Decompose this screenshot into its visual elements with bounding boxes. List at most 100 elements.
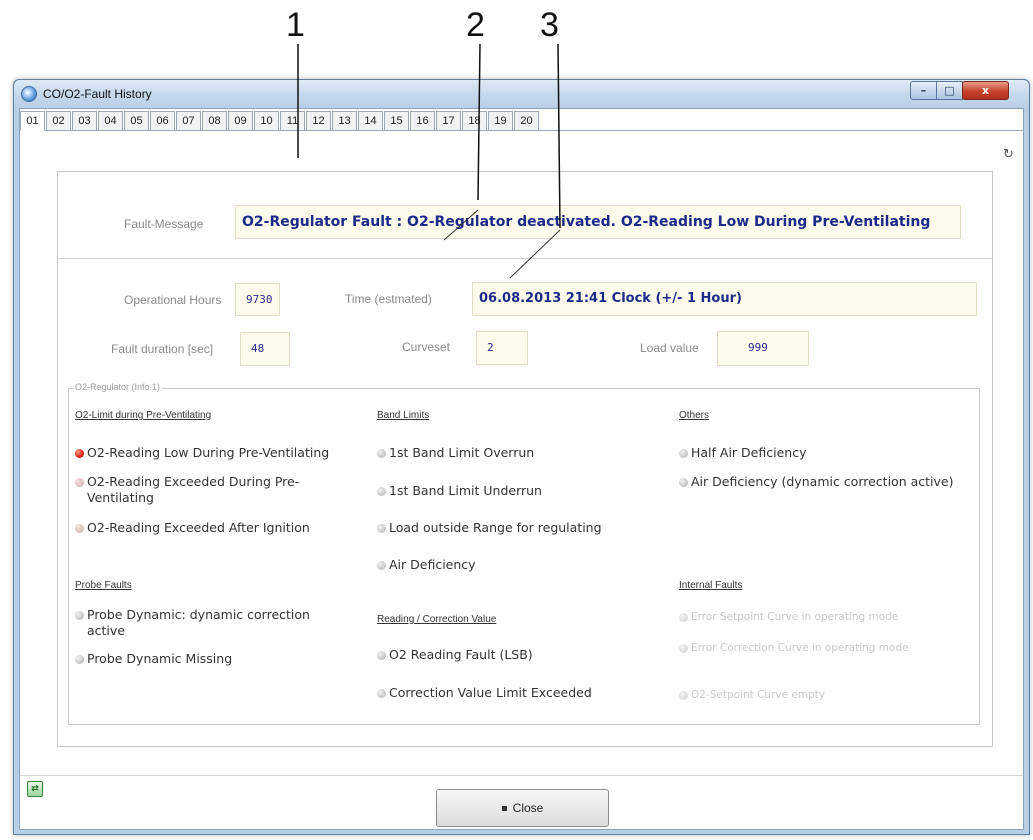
tab-17[interactable]: 17: [436, 111, 461, 131]
curveset-field: 2: [476, 331, 528, 365]
tab-12[interactable]: 12: [306, 111, 331, 131]
footer-separator: [20, 775, 1023, 776]
status-item: O2-Reading Exceeded During Pre-Ventilati…: [75, 474, 305, 506]
o2-regulator-group: O2-Regulator (Info 1) O2-Limit during Pr…: [68, 382, 980, 725]
status-led-icon: [377, 689, 386, 698]
others-heading: Others: [679, 410, 710, 421]
callout-2: 2: [466, 6, 485, 44]
tab-14[interactable]: 14: [358, 111, 383, 131]
status-item: Probe Dynamic Missing: [75, 651, 365, 667]
status-item-label: Error Setpoint Curve in operating mode: [691, 611, 899, 623]
status-led-icon: [679, 449, 688, 458]
status-led-icon: [679, 644, 688, 653]
status-led-icon: [377, 449, 386, 458]
bullet-icon: [501, 805, 507, 811]
time-label: Time (estmated): [345, 292, 432, 306]
tab-19[interactable]: 19: [488, 111, 513, 131]
status-item: Air Deficiency (dynamic correction activ…: [679, 474, 964, 490]
internal-faults-heading: Internal Faults: [679, 580, 743, 591]
status-item-label: Probe Dynamic Missing: [87, 651, 233, 666]
minimize-button[interactable]: –: [910, 81, 937, 100]
tab-01[interactable]: 01: [20, 111, 45, 131]
status-item: Air Deficiency: [377, 557, 667, 573]
curveset-label: Curveset: [402, 340, 451, 354]
status-item: 1st Band Limit Overrun: [377, 445, 667, 461]
status-item-label: Half Air Deficiency: [691, 445, 807, 460]
tab-16[interactable]: 16: [410, 111, 435, 131]
operational-hours-label: Operational Hours: [124, 293, 222, 307]
status-item-label: 1st Band Limit Underrun: [389, 483, 542, 498]
status-item-label: Air Deficiency (dynamic correction activ…: [691, 474, 954, 489]
close-button[interactable]: Close: [436, 789, 609, 827]
operational-hours-field: 9730: [235, 283, 280, 316]
load-value-field: 999: [717, 331, 809, 366]
tab-15[interactable]: 15: [384, 111, 409, 131]
status-led-icon: [377, 487, 386, 496]
callout-1: 1: [286, 6, 305, 44]
tab-05[interactable]: 05: [124, 111, 149, 131]
status-led-icon: [75, 478, 84, 487]
status-led-icon: [377, 651, 386, 660]
status-item: Probe Dynamic: dynamic correction active: [75, 607, 345, 639]
tab-09[interactable]: 09: [228, 111, 253, 131]
status-item: O2-Setpoint Curve empty: [679, 689, 969, 702]
fault-tab-strip: 01 02 03 04 05 06 07 08 09 10 11 12 13 14 15 16 17 18 19 20: [20, 111, 540, 131]
status-led-icon: [75, 611, 84, 620]
status-item: Correction Value Limit Exceeded: [377, 685, 677, 701]
status-led-icon: [75, 655, 84, 664]
tab-06[interactable]: 06: [150, 111, 175, 131]
group-title: O2-Regulator (Info 1): [73, 382, 163, 392]
time-field: 06.08.2013 21:41 Clock (+/- 1 Hour): [472, 282, 977, 316]
status-item: Half Air Deficiency: [679, 445, 969, 461]
status-item-label: 1st Band Limit Overrun: [389, 445, 535, 460]
probe-faults-heading: Probe Faults: [75, 580, 132, 591]
status-item-label: Load outside Range for regulating: [389, 520, 602, 535]
status-led-icon: [679, 613, 688, 622]
title-bar[interactable]: CO/O2-Fault History – □ x: [14, 80, 1029, 108]
fault-message-separator: [58, 258, 992, 259]
status-item-label: Error Correction Curve in operating mode: [691, 642, 909, 654]
fault-history-window: CO/O2-Fault History – □ x 01 02 03 04 05 06 07…: [13, 79, 1030, 835]
tab-07[interactable]: 07: [176, 111, 201, 131]
status-led-active-icon: [75, 449, 84, 458]
tab-03[interactable]: 03: [72, 111, 97, 131]
load-value-label: Load value: [640, 341, 699, 355]
tab-08[interactable]: 08: [202, 111, 227, 131]
export-icon[interactable]: ⇄: [27, 781, 43, 797]
status-item-label: Probe Dynamic: dynamic correction active: [87, 607, 310, 638]
status-item-label: Correction Value Limit Exceeded: [389, 685, 592, 700]
tab-18[interactable]: 18: [462, 111, 487, 131]
status-item: 1st Band Limit Underrun: [377, 483, 667, 499]
status-item-label: Air Deficiency: [389, 557, 476, 572]
status-item: O2-Reading Exceeded After Ignition: [75, 520, 365, 536]
status-led-icon: [679, 691, 688, 700]
tab-13[interactable]: 13: [332, 111, 357, 131]
band-limits-heading: Band Limits: [377, 410, 430, 421]
status-item-label: O2-Reading Exceeded During Pre-Ventilati…: [87, 474, 300, 505]
status-item: Error Correction Curve in operating mode: [679, 642, 959, 655]
maximize-button[interactable]: □: [936, 81, 963, 100]
status-led-icon: [75, 524, 84, 533]
status-item: O2-Reading Low During Pre-Ventilating: [75, 445, 365, 461]
fault-duration-label: Fault duration [sec]: [111, 342, 214, 356]
status-led-icon: [377, 561, 386, 570]
status-item: O2 Reading Fault (LSB): [377, 647, 667, 663]
fault-detail-panel: Fault-Message O2-Regulator Fault : O2-Re…: [57, 171, 993, 747]
status-item-label: O2-Reading Low During Pre-Ventilating: [87, 445, 330, 460]
o2-limit-heading: O2-Limit during Pre-Ventilating: [75, 410, 212, 421]
close-window-button[interactable]: x: [962, 81, 1009, 100]
window-client-area: 01 02 03 04 05 06 07 08 09 10 11 12 13 14 15 16 17 18 19 20…: [19, 108, 1024, 830]
status-led-icon: [377, 524, 386, 533]
status-item-label: O2-Setpoint Curve empty: [691, 689, 826, 701]
tab-02[interactable]: 02: [46, 111, 71, 131]
status-item-label: O2 Reading Fault (LSB): [389, 647, 533, 662]
status-item: Load outside Range for regulating: [377, 520, 677, 536]
tab-10[interactable]: 10: [254, 111, 279, 131]
refresh-icon[interactable]: ↻: [1003, 147, 1014, 162]
app-icon: [21, 86, 37, 102]
tab-04[interactable]: 04: [98, 111, 123, 131]
close-button-label: Close: [512, 801, 544, 815]
tab-20[interactable]: 20: [514, 111, 539, 131]
tab-11[interactable]: 11: [280, 111, 305, 131]
status-item: Error Setpoint Curve in operating mode: [679, 611, 974, 624]
